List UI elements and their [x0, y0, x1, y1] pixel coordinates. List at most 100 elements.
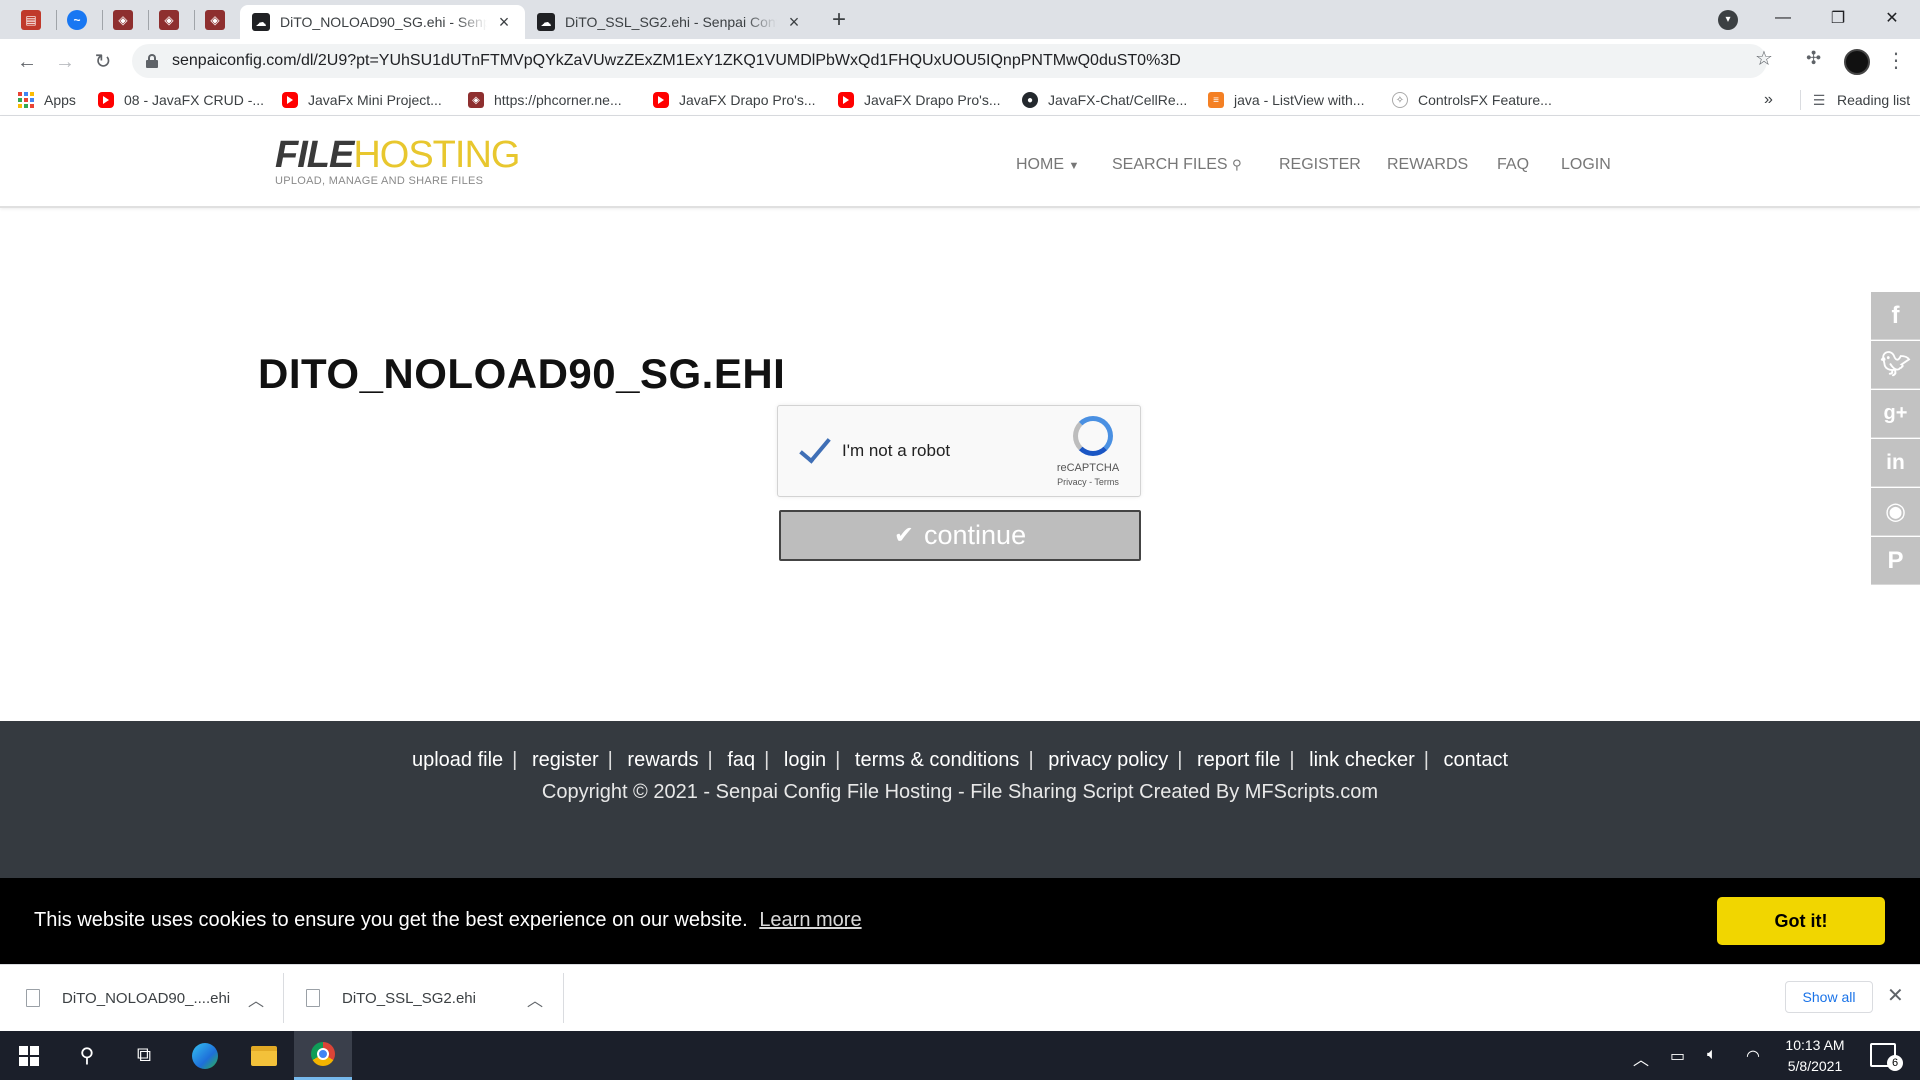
bookmark-item[interactable]: ✧ ControlsFX Feature... — [1392, 90, 1552, 110]
bookmark-item[interactable]: JavaFX Drapo Pro's... — [653, 90, 816, 110]
footer-link-login[interactable]: login — [784, 749, 826, 771]
battery-icon[interactable]: ▭ — [1670, 1046, 1685, 1066]
new-tab-button[interactable]: + — [826, 7, 852, 33]
footer-link-upload[interactable]: upload file — [412, 749, 503, 771]
site-logo[interactable]: FILEHOSTING UPLOAD, MANAGE AND SHARE FIL… — [275, 134, 520, 187]
bookmark-item[interactable]: JavaFx Mini Project... — [282, 90, 442, 110]
notification-count-badge: 6 — [1887, 1055, 1903, 1071]
clock-time[interactable]: 10:13 AM — [1770, 1037, 1860, 1053]
edge-icon[interactable] — [176, 1031, 234, 1080]
search-icon[interactable]: ⚲ — [58, 1031, 116, 1080]
bookmark-item[interactable]: ● JavaFX-Chat/CellRe... — [1022, 90, 1187, 110]
clock-date[interactable]: 5/8/2021 — [1770, 1058, 1860, 1074]
chrome-icon[interactable] — [294, 1031, 352, 1080]
close-icon[interactable]: × — [495, 13, 513, 31]
reddit-share-icon[interactable]: ◉ — [1871, 488, 1920, 536]
lock-icon[interactable] — [146, 54, 158, 68]
bookmark-item[interactable]: ≡ java - ListView with... — [1208, 90, 1364, 110]
footer-link-privacy[interactable]: privacy policy — [1048, 749, 1168, 771]
footer-link-report[interactable]: report file — [1197, 749, 1280, 771]
file-explorer-icon[interactable] — [235, 1031, 293, 1080]
facebook-share-icon[interactable]: f — [1871, 292, 1920, 340]
profile-avatar[interactable] — [1844, 49, 1870, 75]
chevron-up-icon[interactable]: ︿ — [1633, 1046, 1649, 1070]
footer-link-rewards[interactable]: rewards — [627, 749, 698, 771]
url-text[interactable]: senpaiconfig.com/dl/2U9?pt=YUhSU1dUTnFTM… — [172, 52, 1181, 70]
reading-list-button[interactable]: ☰ Reading list — [1800, 90, 1910, 110]
google-plus-share-icon[interactable]: g+ — [1871, 390, 1920, 438]
bookmarks-overflow-button[interactable]: » — [1764, 90, 1773, 110]
cookie-accept-button[interactable]: Got it! — [1717, 897, 1885, 945]
footer-link-register[interactable]: register — [532, 749, 599, 771]
browser-toolbar: ← → ↻ senpaiconfig.com/dl/2U9?pt=YUhSU1d… — [0, 39, 1920, 84]
nav-register[interactable]: REGISTER — [1279, 156, 1361, 174]
menu-kebab-icon[interactable]: ⋮ — [1886, 48, 1906, 73]
pinned-tab-shield-3[interactable]: ◈ — [192, 0, 238, 39]
address-bar[interactable]: senpaiconfig.com/dl/2U9?pt=YUhSU1dUTnFTM… — [132, 44, 1767, 78]
nav-login[interactable]: LOGIN — [1561, 156, 1611, 174]
bookmark-star-icon[interactable]: ☆ — [1755, 46, 1773, 71]
checkmark-icon: ✔ — [893, 522, 914, 549]
chevron-up-icon[interactable]: ︿ — [248, 987, 264, 1011]
bookmark-label: JavaFX Drapo Pro's... — [864, 92, 1001, 108]
stackoverflow-icon: ≡ — [1208, 92, 1224, 108]
divider — [283, 973, 284, 1023]
bookmark-item[interactable]: 08 - JavaFX CRUD -... — [98, 90, 264, 110]
download-item[interactable]: DiTO_NOLOAD90_....ehi — [26, 975, 230, 1021]
wifi-icon[interactable]: ◠ — [1746, 1046, 1760, 1066]
footer-link-terms[interactable]: terms & conditions — [855, 749, 1020, 771]
download-item[interactable]: DiTO_SSL_SG2.ehi — [306, 975, 476, 1021]
linkedin-share-icon[interactable]: in — [1871, 439, 1920, 487]
chevron-up-icon[interactable]: ︿ — [527, 987, 543, 1011]
pinned-tab-shield-2[interactable]: ◈ — [146, 0, 192, 39]
minimize-button[interactable]: — — [1755, 0, 1811, 36]
site-header: FILEHOSTING UPLOAD, MANAGE AND SHARE FIL… — [0, 116, 1920, 208]
extensions-puzzle-icon[interactable]: ✣ — [1806, 48, 1821, 69]
task-view-icon[interactable]: ⧉ — [115, 1031, 173, 1080]
close-icon[interactable]: ✕ — [1887, 983, 1904, 1008]
apps-icon — [18, 92, 34, 108]
pinned-tab-messenger[interactable]: ~ — [54, 0, 100, 39]
tab-search-icon[interactable]: ▾ — [1718, 10, 1738, 30]
nav-rewards[interactable]: REWARDS — [1387, 156, 1468, 174]
bookmark-item[interactable]: JavaFX Drapo Pro's... — [838, 90, 1001, 110]
bookmark-apps[interactable]: Apps — [18, 90, 76, 110]
bookmark-item[interactable]: ◈ https://phcorner.ne... — [468, 90, 622, 110]
bookmark-label: java - ListView with... — [1234, 92, 1365, 108]
recaptcha-privacy-terms[interactable]: Privacy - Terms — [1038, 477, 1138, 487]
logo-hosting-text: HOSTING — [353, 134, 520, 176]
back-button[interactable]: ← — [12, 47, 42, 77]
tab-dito-ssl[interactable]: ☁ DiTO_SSL_SG2.ehi - Senpai Config File … — [525, 5, 815, 39]
messenger-icon: ~ — [67, 9, 87, 30]
forward-button[interactable]: → — [50, 47, 80, 77]
tab-active-dito-noload[interactable]: ☁ DiTO_NOLOAD90_SG.ehi - Senpai Config F… — [240, 5, 525, 39]
footer-link-faq[interactable]: faq — [727, 749, 755, 771]
close-icon[interactable]: × — [785, 13, 803, 31]
windows-start-icon[interactable] — [0, 1031, 58, 1080]
recaptcha-checkbox[interactable] — [794, 430, 834, 470]
show-all-downloads-button[interactable]: Show all — [1785, 981, 1873, 1013]
pinterest-share-icon[interactable]: P — [1871, 537, 1920, 585]
cookie-learn-more-link[interactable]: Learn more — [759, 909, 861, 931]
shield-icon: ◈ — [113, 9, 133, 30]
file-icon — [26, 989, 40, 1007]
footer-link-checker[interactable]: link checker — [1309, 749, 1415, 771]
youtube-icon — [98, 92, 114, 108]
close-window-button[interactable]: ✕ — [1864, 0, 1920, 36]
volume-icon[interactable]: 🔈︎ — [1707, 1046, 1717, 1064]
nav-search-files[interactable]: SEARCH FILES ⚲ — [1112, 156, 1242, 174]
restore-button[interactable]: ❐ — [1810, 0, 1866, 36]
shield-icon: ◈ — [205, 9, 225, 30]
footer-link-contact[interactable]: contact — [1444, 749, 1508, 771]
logo-file-text: FILE — [275, 134, 354, 176]
pdf-icon: ▤ — [21, 9, 41, 30]
search-icon: ⚲ — [1232, 157, 1242, 172]
continue-button[interactable]: ✔ continue — [779, 510, 1141, 561]
pinned-tab-pdf[interactable]: ▤ — [8, 0, 54, 39]
twitter-share-icon[interactable]: 🐦︎ — [1871, 341, 1920, 389]
windows-taskbar: ⚲ ⧉ ︿ ▭ 🔈︎ ◠ 10:13 AM 5/8/2021 6 — [0, 1031, 1920, 1080]
nav-faq[interactable]: FAQ — [1497, 156, 1529, 174]
reload-button[interactable]: ↻ — [88, 47, 118, 77]
pinned-tab-shield-1[interactable]: ◈ — [100, 0, 146, 39]
nav-home[interactable]: HOME ▼ — [1016, 156, 1079, 174]
